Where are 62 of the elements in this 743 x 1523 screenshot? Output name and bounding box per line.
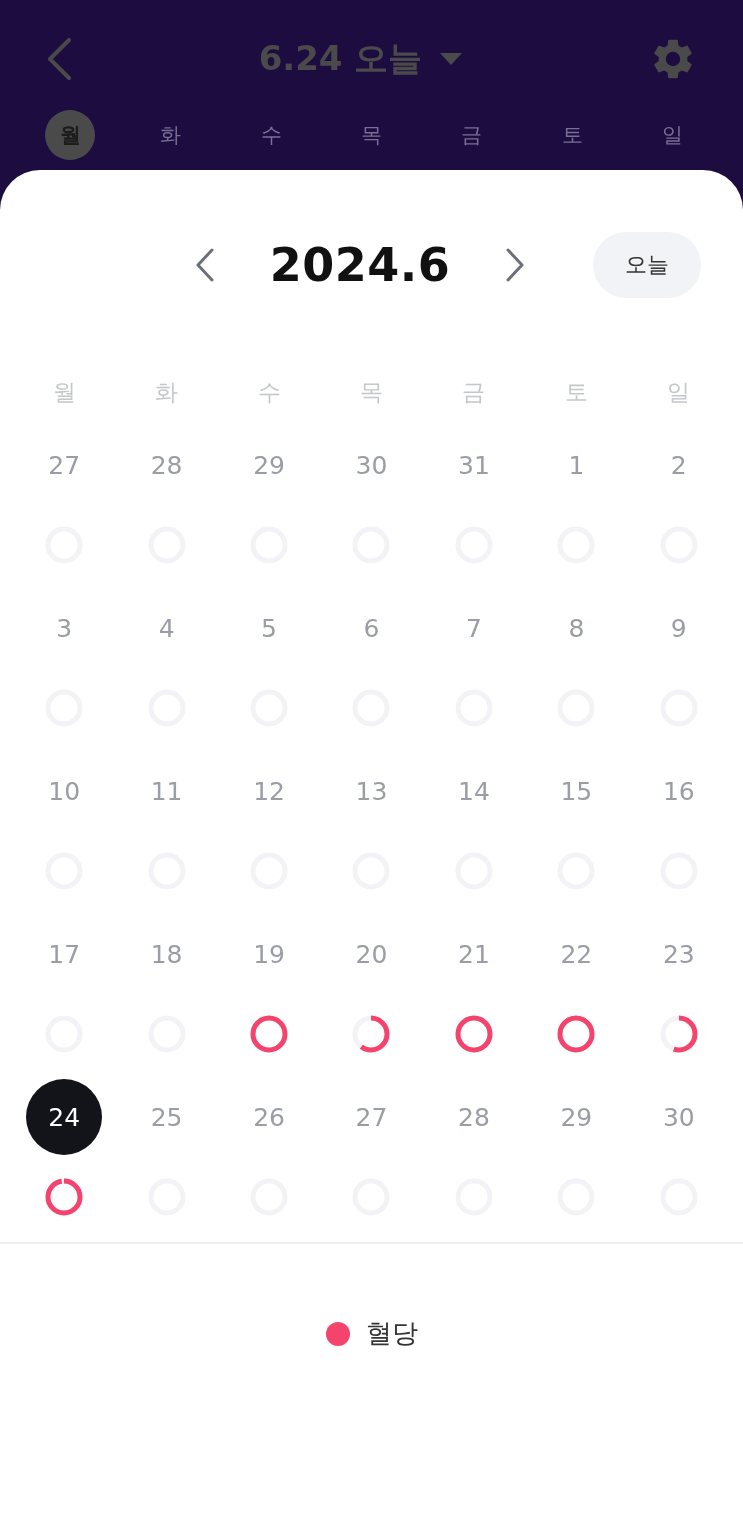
- calendar-day[interactable]: 2: [640, 427, 717, 503]
- calendar-day[interactable]: 17: [26, 916, 103, 992]
- weekday-label: 금: [462, 378, 486, 407]
- calendar-day[interactable]: 20: [333, 916, 410, 992]
- calendar-day[interactable]: 31: [435, 427, 512, 503]
- weekday-label: 수: [257, 378, 281, 407]
- calendar-day[interactable]: 30: [640, 1079, 717, 1155]
- progress-ring: [249, 1014, 290, 1054]
- calendar-day[interactable]: 30: [333, 427, 410, 503]
- weekday-tab[interactable]: 목: [346, 110, 397, 160]
- calendar-day[interactable]: 10: [26, 753, 103, 829]
- next-month-icon[interactable]: [505, 248, 525, 282]
- calendar-day[interactable]: 27: [26, 427, 103, 503]
- calendar-day[interactable]: 15: [538, 753, 615, 829]
- calendar-day[interactable]: 28: [128, 427, 205, 503]
- weekday-label: 화: [155, 378, 179, 407]
- calendar-day[interactable]: 14: [435, 753, 512, 829]
- calendar-day[interactable]: 6: [333, 590, 410, 666]
- calendar-day[interactable]: 19: [231, 916, 308, 992]
- progress-ring: [453, 1014, 494, 1054]
- weekday-tab[interactable]: 금: [446, 110, 497, 160]
- progress-ring: [44, 1177, 85, 1217]
- calendar-day[interactable]: 27: [333, 1079, 410, 1155]
- calendar-day[interactable]: 21: [435, 916, 512, 992]
- calendar-day[interactable]: 1: [538, 427, 615, 503]
- weekday-label: 토: [564, 378, 588, 407]
- progress-ring: [351, 1014, 392, 1054]
- progress-ring: [658, 1014, 699, 1054]
- calendar-day[interactable]: 24: [26, 1079, 103, 1155]
- progress-ring: [556, 1014, 597, 1054]
- calendar-day[interactable]: 29: [231, 427, 308, 503]
- weekday-tab[interactable]: 수: [246, 110, 297, 160]
- calendar-day[interactable]: 8: [538, 590, 615, 666]
- calendar-day[interactable]: 16: [640, 753, 717, 829]
- calendar-day[interactable]: 23: [640, 916, 717, 992]
- calendar-day[interactable]: 26: [231, 1079, 308, 1155]
- date-title[interactable]: 6.24 오늘: [258, 36, 423, 82]
- calendar-day[interactable]: 12: [231, 753, 308, 829]
- weekday-tab[interactable]: 일: [647, 110, 698, 160]
- calendar-day[interactable]: 4: [128, 590, 205, 666]
- calendar-day[interactable]: 25: [128, 1079, 205, 1155]
- calendar-day[interactable]: 11: [128, 753, 205, 829]
- calendar-day[interactable]: 18: [128, 916, 205, 992]
- calendar-day[interactable]: 29: [538, 1079, 615, 1155]
- calendar-day[interactable]: 9: [640, 590, 717, 666]
- calendar-day[interactable]: 7: [435, 590, 512, 666]
- today-button[interactable]: 오늘: [593, 232, 701, 298]
- legend-label: 혈당: [365, 1317, 418, 1350]
- calendar-day[interactable]: 13: [333, 753, 410, 829]
- weekday-label: 월: [52, 378, 76, 407]
- calendar-day[interactable]: 5: [231, 590, 308, 666]
- back-icon[interactable]: [46, 38, 72, 80]
- calendar-day[interactable]: 22: [538, 916, 615, 992]
- calendar-day[interactable]: 28: [435, 1079, 512, 1155]
- weekday-tab[interactable]: 토: [547, 110, 598, 160]
- previous-month-icon[interactable]: [195, 248, 215, 282]
- weekday-label: 일: [667, 378, 691, 407]
- calendar-day[interactable]: 3: [26, 590, 103, 666]
- month-title: 2024.6: [268, 238, 452, 292]
- weekday-label: 목: [360, 378, 383, 407]
- weekday-tab[interactable]: 화: [145, 110, 196, 160]
- caret-icon[interactable]: [440, 53, 463, 65]
